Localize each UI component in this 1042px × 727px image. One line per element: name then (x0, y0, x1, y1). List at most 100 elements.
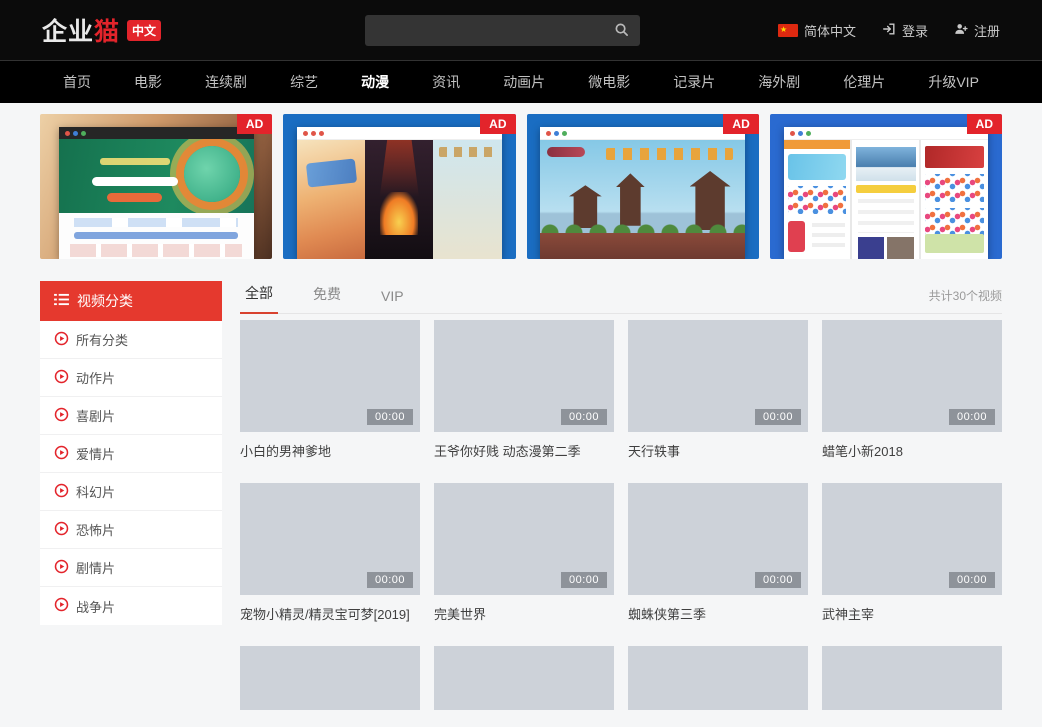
sidebar-item-label: 科幻片 (76, 482, 115, 501)
video-thumbnail: 00:00 (822, 483, 1002, 595)
video-thumbnail-partial[interactable] (822, 646, 1002, 710)
nav-item-variety[interactable]: 综艺 (290, 72, 318, 92)
register-link[interactable]: 注册 (954, 21, 1000, 40)
nav-item-anime[interactable]: 动漫 (361, 72, 389, 92)
sidebar-item-label: 动作片 (76, 368, 115, 387)
login-label: 登录 (902, 21, 928, 40)
decor (74, 232, 238, 239)
sidebar-item-scifi[interactable]: 科幻片 (40, 473, 222, 511)
ad-badge: AD (480, 114, 515, 134)
ad-banner-4[interactable]: AD (770, 114, 1002, 259)
language-switch[interactable]: ★ 简体中文 (778, 21, 856, 40)
ad-banner-1[interactable]: AD (40, 114, 272, 259)
video-thumbnail: 00:00 (240, 320, 420, 432)
video-card[interactable]: 00:00 小白的男神爹地 (240, 320, 420, 459)
ad-banner-3[interactable]: AD (527, 114, 759, 259)
ad-badge: AD (723, 114, 758, 134)
video-title[interactable]: 宠物小精灵/精灵宝可梦[2019] (240, 604, 420, 622)
video-count: 共计30个视频 (929, 287, 1002, 313)
category-sidebar: 视频分类 所有分类 动作片 喜剧片 爱情片 科幻片 (40, 281, 222, 625)
nav-item-microfilm[interactable]: 微电影 (588, 72, 630, 92)
login-icon (882, 22, 896, 39)
video-thumbnail-partial[interactable] (628, 646, 808, 710)
nav-item-overseas[interactable]: 海外剧 (758, 72, 800, 92)
decor-hero (59, 139, 254, 213)
play-circle-icon (54, 407, 69, 425)
sidebar-item-comedy[interactable]: 喜剧片 (40, 397, 222, 435)
decor (887, 237, 914, 259)
ad-banner-2[interactable]: AD (283, 114, 515, 259)
sidebar-item-label: 剧情片 (76, 558, 115, 577)
user-links: ★ 简体中文 登录 注册 (778, 21, 1000, 40)
video-title[interactable]: 蜡笔小新2018 (822, 441, 1002, 459)
video-card[interactable]: 00:00 蜡笔小新2018 (822, 320, 1002, 459)
decor (788, 221, 805, 252)
app-screenshot (921, 140, 988, 259)
window-dot (303, 131, 308, 136)
video-title[interactable]: 蜘蛛侠第三季 (628, 604, 808, 622)
search-button[interactable] (602, 15, 640, 46)
decor (74, 218, 238, 227)
play-circle-icon (54, 559, 69, 577)
tab-vip[interactable]: VIP (376, 288, 409, 313)
nav-item-news[interactable]: 资讯 (432, 72, 460, 92)
window-dot (790, 131, 795, 136)
sidebar-item-horror[interactable]: 恐怖片 (40, 511, 222, 549)
play-circle-icon (54, 369, 69, 387)
filter-tabs: 全部 免费 VIP 共计30个视频 (240, 281, 1002, 314)
play-circle-icon (54, 445, 69, 463)
nav-item-upgrade-vip[interactable]: 升级VIP (928, 72, 979, 92)
video-card[interactable]: 00:00 宠物小精灵/精灵宝可梦[2019] (240, 483, 420, 622)
video-card[interactable]: 00:00 完美世界 (434, 483, 614, 622)
game-screenshot (540, 140, 744, 259)
nav-item-series[interactable]: 连续剧 (205, 72, 247, 92)
video-title[interactable]: 完美世界 (434, 604, 614, 622)
nav-item-movies[interactable]: 电影 (134, 72, 162, 92)
browser-chrome (297, 127, 501, 140)
browser-chrome (59, 127, 254, 139)
video-card[interactable]: 00:00 武神主宰 (822, 483, 1002, 622)
sidebar-item-war[interactable]: 战争片 (40, 587, 222, 625)
sidebar-title: 视频分类 (77, 291, 133, 311)
duration-badge: 00:00 (561, 409, 607, 425)
video-title[interactable]: 王爷你好贱 动态漫第二季 (434, 441, 614, 459)
nav-item-documentary[interactable]: 记录片 (673, 72, 715, 92)
video-thumbnail-partial[interactable] (240, 646, 420, 710)
china-flag-icon: ★ (778, 24, 798, 37)
nav-item-cartoon[interactable]: 动画片 (503, 72, 545, 92)
browser-window-mock (540, 127, 744, 259)
tab-all[interactable]: 全部 (240, 283, 278, 314)
sidebar-item-romance[interactable]: 爱情片 (40, 435, 222, 473)
ad-banner-row: AD (0, 103, 1042, 259)
logo-lang-badge: 中文 (127, 20, 161, 41)
decor (856, 185, 916, 193)
login-link[interactable]: 登录 (882, 21, 928, 40)
tab-free[interactable]: 免费 (308, 284, 346, 313)
sidebar-item-action[interactable]: 动作片 (40, 359, 222, 397)
decor (107, 193, 162, 202)
video-card[interactable]: 00:00 王爷你好贱 动态漫第二季 (434, 320, 614, 459)
video-title[interactable]: 天行轶事 (628, 441, 808, 459)
decor (380, 192, 418, 235)
nav-item-ethics[interactable]: 伦理片 (843, 72, 885, 92)
game-screenshot (365, 140, 433, 259)
site-logo[interactable]: 企业猫 中文 (42, 12, 161, 48)
sidebar-item-drama[interactable]: 剧情片 (40, 549, 222, 587)
page: 企业猫 中文 ★ 简体中文 登录 (0, 0, 1042, 727)
game-screenshot (297, 140, 365, 259)
video-title[interactable]: 小白的男神爹地 (240, 441, 420, 459)
register-label: 注册 (974, 21, 1000, 40)
window-dot (546, 131, 551, 136)
video-card[interactable]: 00:00 蜘蛛侠第三季 (628, 483, 808, 622)
video-card[interactable]: 00:00 天行轶事 (628, 320, 808, 459)
search-input[interactable] (365, 23, 602, 38)
play-circle-icon (54, 331, 69, 349)
video-thumbnail: 00:00 (434, 483, 614, 595)
decor (925, 208, 984, 236)
video-thumbnail-partial[interactable] (434, 646, 614, 710)
decor (856, 147, 916, 181)
sidebar-item-all[interactable]: 所有分类 (40, 321, 222, 359)
logo-text: 企业 (42, 12, 94, 48)
nav-item-home[interactable]: 首页 (63, 72, 91, 92)
video-title[interactable]: 武神主宰 (822, 604, 1002, 622)
